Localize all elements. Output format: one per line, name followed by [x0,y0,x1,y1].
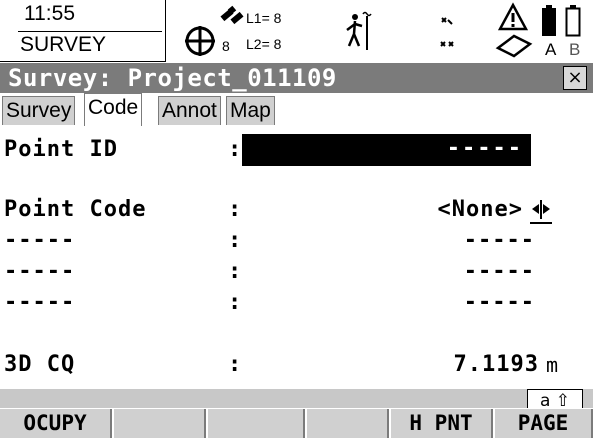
attribute-2-value[interactable]: ----- [464,259,535,284]
status-bar: 11:55 SURVEY 8 L1= 8 L2= 8 A B [0,0,593,63]
point-id-label: Point ID [4,137,118,162]
tab-code[interactable]: Code [84,93,143,126]
battery-b-label: B [569,40,581,59]
battery-a-icon [542,5,556,36]
attribute-3-value[interactable]: ----- [464,290,535,315]
cq3d-separator: : [228,352,242,377]
battery-a-label: A [545,40,557,59]
clock-time: 11:55 [24,2,75,25]
attribute-3-separator: : [228,290,242,315]
tab-annot[interactable]: Annot [158,96,221,125]
cq3d-label: 3D CQ [4,352,76,377]
close-button[interactable]: × [563,66,587,90]
point-id-field[interactable]: ----- [242,134,531,166]
tab-survey[interactable]: Survey [2,96,76,125]
l1-count: L1= 8 [246,10,282,26]
point-code-value[interactable]: <None> [438,197,523,222]
window-title: Survey: Project_011109 [8,64,337,92]
point-code-separator: : [228,197,242,222]
attribute-1-value[interactable]: ----- [464,228,535,253]
point-code-label: Point Code [4,197,147,222]
tab-map[interactable]: Map [226,96,275,125]
list-selector-icon[interactable] [529,199,553,225]
softkey-f3[interactable] [208,409,305,438]
l2-count: L2= 8 [246,36,282,52]
softkey-f1-ocupy[interactable]: OCUPY [0,409,112,438]
warning-icon [498,2,528,31]
point-id-value: ----- [446,136,523,161]
softkey-f2[interactable] [114,409,206,438]
clock-divider [18,31,162,32]
attribute-1-separator: : [228,228,242,253]
softkey-f6-page[interactable]: PAGE [495,409,593,438]
attribute-2-label: ----- [4,259,76,284]
memory-card-icon [495,34,533,58]
sat-count: 8 [222,38,230,54]
satellite-icon [220,5,244,25]
attribute-1-label: ----- [4,228,76,253]
point-id-separator: : [228,137,242,162]
softkey-f4[interactable] [307,409,389,438]
attribute-3-label: ----- [4,290,76,315]
softkey-bar: OCUPY H PNT PAGE [0,408,593,439]
cq3d-value: 7.1193 [453,352,539,377]
mode-label: SURVEY [20,33,106,56]
battery-b-icon [565,5,581,37]
radio-link-icon [440,17,454,47]
moving-person-icon [346,11,372,50]
window-title-bar: Survey: Project_011109 × [0,63,593,93]
tab-strip: Survey Code Annot Map [0,93,593,126]
attribute-2-separator: : [228,259,242,284]
position-mode-icon [185,26,215,56]
softkey-f5-h-pnt[interactable]: H PNT [391,409,493,438]
time-mode-box: 11:55 SURVEY [0,0,166,62]
info-band: a ⇧ [0,389,593,413]
cq3d-unit: m [546,353,559,377]
